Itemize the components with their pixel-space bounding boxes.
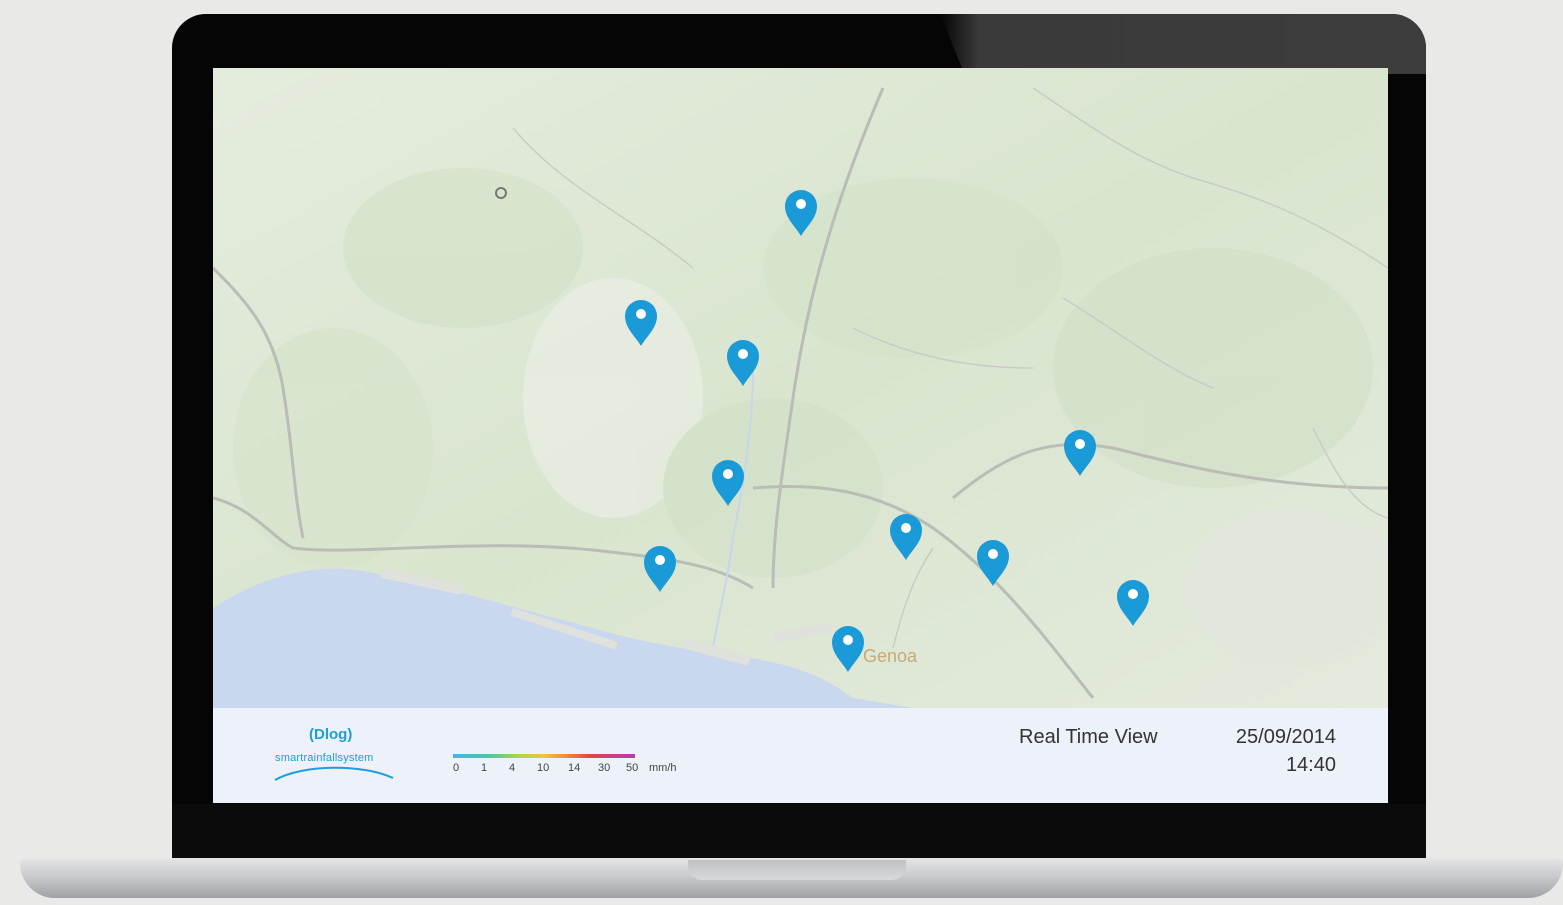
scale-tick: 4 (509, 762, 516, 774)
time-label: 14:40 (1285, 754, 1336, 776)
view-mode-label: Real Time View (1019, 726, 1158, 748)
scale-tick: 10 (537, 762, 550, 774)
date-label: 25/09/2014 (1235, 726, 1336, 748)
rain-scale-bar (453, 754, 635, 758)
scale-tick: 0 (453, 762, 460, 774)
scale-tick: 1 (481, 762, 488, 774)
scale-tick: 30 (598, 762, 611, 774)
screen: Genoa (Dlog) smartrainfallsystem 0 1 4 1… (213, 68, 1388, 803)
rain-scale-legend: 0 1 4 10 14 30 50 mm/h (453, 754, 723, 784)
laptop-notch (688, 860, 906, 880)
footer-bar: (Dlog) smartrainfallsystem 0 1 4 10 14 3… (213, 708, 1388, 803)
scale-unit: mm/h (649, 762, 677, 774)
city-label-genoa: Genoa (863, 646, 918, 666)
bezel-reflection (940, 14, 1426, 74)
logo-mark: (Dlog) (309, 726, 353, 743)
scale-tick: 50 (626, 762, 639, 774)
laptop-chin (172, 804, 1426, 862)
scale-tick: 14 (568, 762, 581, 774)
logo-swoosh-icon (274, 766, 394, 781)
map[interactable]: Genoa (213, 68, 1388, 708)
